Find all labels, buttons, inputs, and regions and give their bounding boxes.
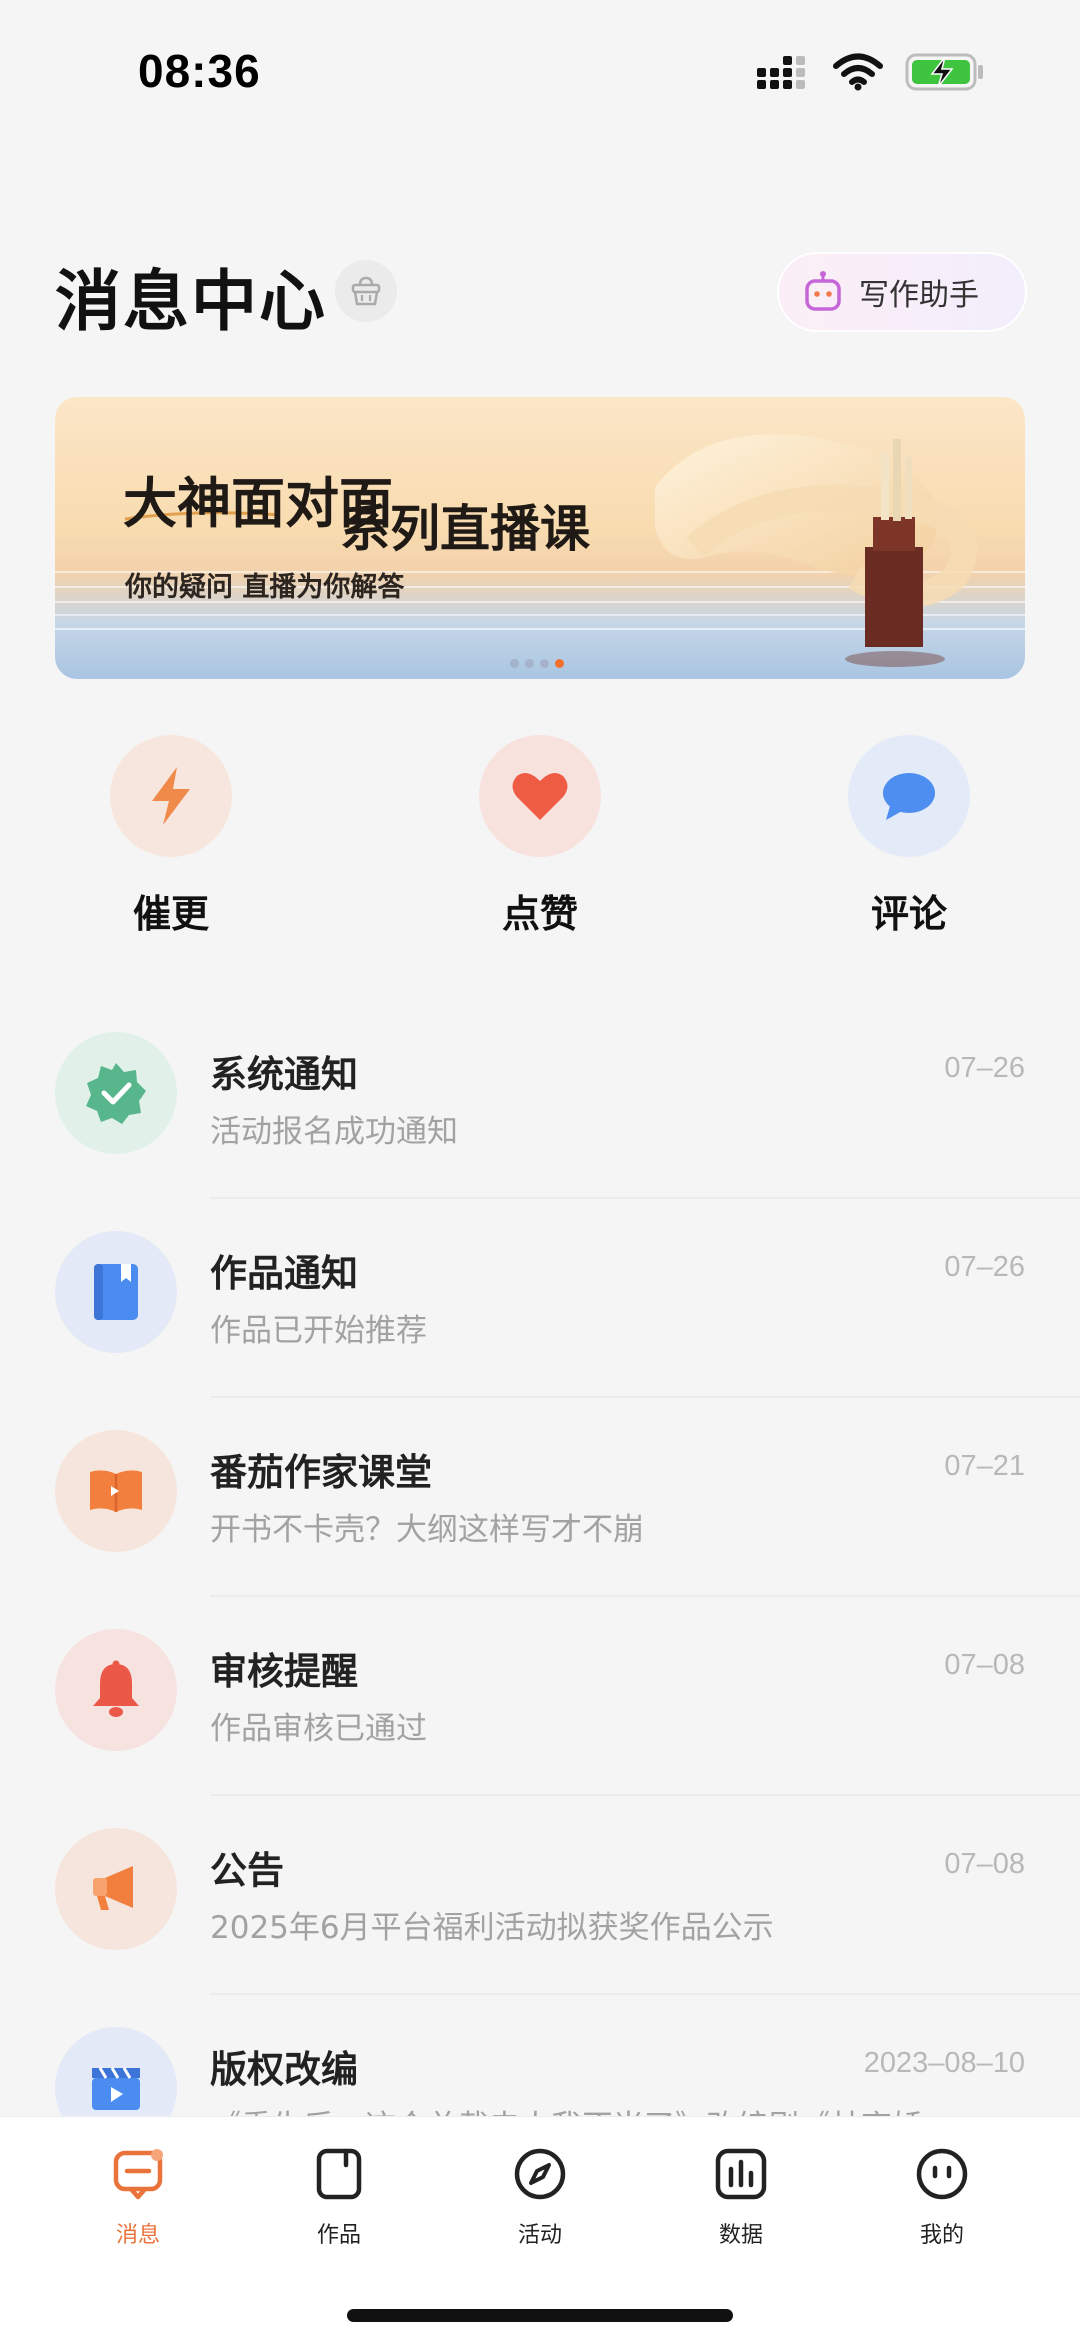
- message-row-works[interactable]: 作品通知 07–26 作品已开始推荐: [0, 1199, 1080, 1398]
- quick-action-comment-circle: [848, 735, 970, 857]
- compass-icon: [480, 2141, 600, 2207]
- home-indicator[interactable]: [347, 2309, 733, 2322]
- quick-action-urge-label: 催更: [132, 892, 209, 936]
- lightning-icon: [152, 767, 190, 825]
- status-time: 08:36: [138, 45, 261, 97]
- comment-icon: [883, 773, 935, 820]
- banner-dot: [510, 659, 519, 668]
- bottom-tab-bar: 消息 作品 活动 数据 我的: [0, 2116, 1080, 2341]
- clapperboard-icon: [92, 2067, 140, 2110]
- quick-action-urge-circle: [110, 735, 232, 857]
- megaphone-icon: [93, 1866, 133, 1910]
- message-preview: 作品已开始推荐: [210, 1313, 427, 1349]
- tab-profile[interactable]: 我的: [882, 2141, 1002, 2249]
- tab-label: 数据: [718, 2223, 763, 2248]
- promo-banner[interactable]: 大神面对面 系列直播课 你的疑问 直播为你解答: [55, 397, 1025, 679]
- message-row-classroom[interactable]: 番茄作家课堂 07–21 开书不卡壳？大纲这样写才不崩: [0, 1398, 1080, 1597]
- status-icons: [757, 52, 985, 92]
- review-avatar: [55, 1629, 177, 1751]
- cellular-signal-icon: [757, 56, 805, 89]
- tab-messages[interactable]: 消息: [78, 2141, 198, 2249]
- banner-title-part2: 系列直播课: [340, 499, 590, 558]
- quick-action-urge[interactable]: 催更: [71, 735, 271, 938]
- message-row-review[interactable]: 审核提醒 07–08 作品审核已通过: [0, 1597, 1080, 1796]
- heart-icon: [512, 772, 568, 820]
- message-row-announcement[interactable]: 公告 07–08 2025年6月平台福利活动拟获奖作品公示: [0, 1796, 1080, 1995]
- battery-charging-icon: [905, 53, 983, 91]
- wifi-icon: [833, 53, 883, 91]
- announcement-avatar: [55, 1828, 177, 1950]
- message-preview: 作品审核已通过: [210, 1711, 427, 1747]
- banner-dot: [525, 659, 534, 668]
- message-title: 番茄作家课堂: [210, 1451, 432, 1494]
- robot-icon: [805, 271, 841, 311]
- classroom-avatar: [55, 1430, 177, 1552]
- message-date: 2023–08–10: [863, 2047, 1025, 2079]
- message-preview: 2025年6月平台福利活动拟获奖作品公示: [210, 1910, 774, 1946]
- quick-action-like-label: 点赞: [501, 892, 578, 936]
- status-bar: 08:36: [0, 0, 1080, 150]
- page-title: 消息中心: [55, 262, 327, 340]
- banner-subtitle: 你的疑问 直播为你解答: [125, 572, 405, 603]
- message-date: 07–08: [944, 1649, 1025, 1681]
- tab-works[interactable]: 作品: [279, 2141, 399, 2249]
- bell-icon: [93, 1660, 139, 1717]
- quick-action-like[interactable]: 点赞: [440, 735, 640, 938]
- banner-dot: [540, 659, 549, 668]
- basket-button[interactable]: [335, 260, 397, 322]
- book-icon: [94, 1264, 138, 1320]
- message-list: 系统通知 07–26 活动报名成功通知 作品通知 07–26 作品已开始推荐 番…: [0, 1000, 1080, 2194]
- tab-label: 作品: [316, 2223, 361, 2248]
- tab-data[interactable]: 数据: [681, 2141, 801, 2249]
- quick-actions: 催更 点赞 评论: [0, 735, 1080, 938]
- message-title: 审核提醒: [210, 1650, 358, 1693]
- quick-action-comment[interactable]: 评论: [809, 735, 1009, 938]
- message-title: 系统通知: [210, 1053, 358, 1096]
- quick-action-comment-label: 评论: [870, 892, 947, 936]
- basket-icon: [351, 276, 381, 306]
- message-row-system[interactable]: 系统通知 07–26 活动报名成功通知: [0, 1000, 1080, 1199]
- message-preview: 活动报名成功通知: [210, 1114, 458, 1150]
- profile-icon: [882, 2141, 1002, 2207]
- writing-assistant-button[interactable]: 写作助手: [777, 252, 1027, 332]
- tab-activities[interactable]: 活动: [480, 2141, 600, 2249]
- message-date: 07–08: [944, 1848, 1025, 1880]
- quick-action-like-circle: [479, 735, 601, 857]
- message-title: 公告: [210, 1849, 284, 1892]
- banner-dot-active: [555, 659, 564, 668]
- open-book-icon: [90, 1470, 142, 1512]
- message-date: 07–26: [944, 1251, 1025, 1283]
- writing-assistant-label: 写作助手: [859, 278, 979, 313]
- message-date: 07–26: [944, 1052, 1025, 1084]
- tab-label: 消息: [115, 2223, 160, 2248]
- message-icon: [78, 2141, 198, 2207]
- tab-label: 我的: [919, 2223, 964, 2248]
- message-title: 作品通知: [210, 1252, 358, 1295]
- works-icon: [279, 2141, 399, 2207]
- message-date: 07–21: [944, 1450, 1025, 1482]
- works-notice-avatar: [55, 1231, 177, 1353]
- message-title: 版权改编: [210, 2048, 358, 2091]
- chart-icon: [681, 2141, 801, 2207]
- system-notice-avatar: [55, 1032, 177, 1154]
- message-preview: 开书不卡壳？大纲这样写才不崩: [210, 1512, 644, 1548]
- tab-label: 活动: [517, 2223, 562, 2248]
- banner-pagination: [510, 659, 564, 668]
- verified-badge-icon: [86, 1063, 146, 1124]
